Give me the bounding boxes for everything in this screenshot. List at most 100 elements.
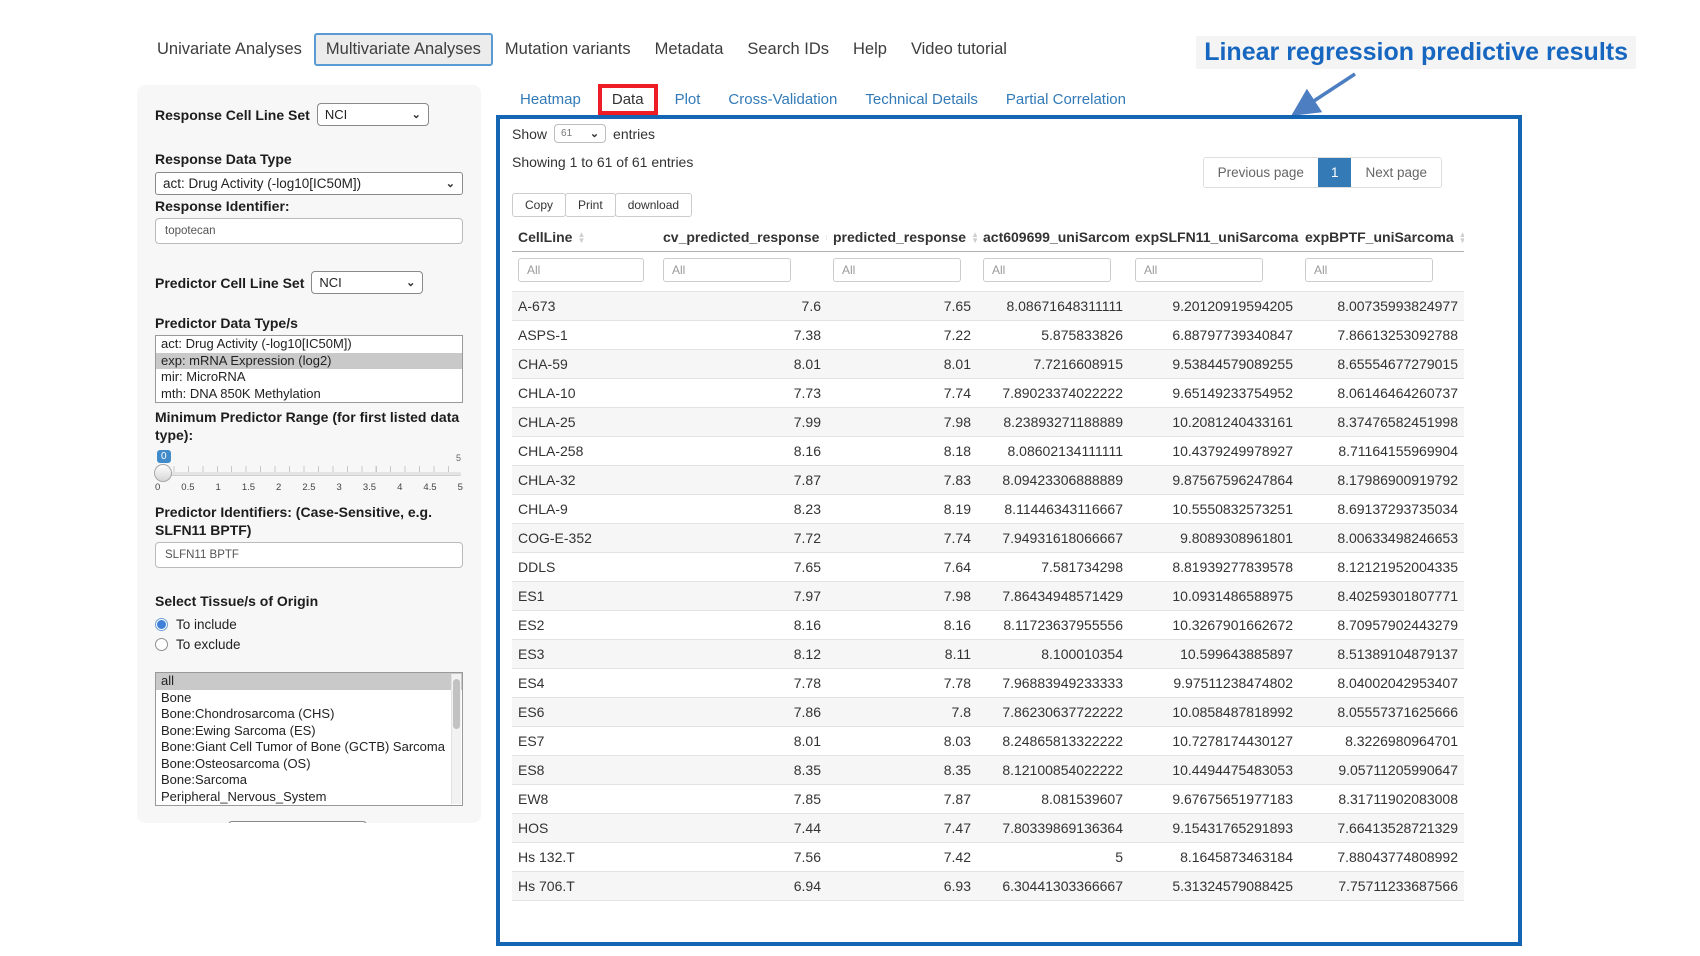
tissue-radio-group: To includeTo exclude <box>155 614 463 654</box>
slider-handle[interactable] <box>154 464 172 482</box>
show-entries-select[interactable]: 61 ⌄ <box>554 124 606 143</box>
table-filter-row <box>512 252 1464 292</box>
cell-value: 8.09423306888889 <box>977 466 1129 495</box>
column-header-expbptf-unisarcoma[interactable]: expBPTF_uniSarcoma▲▼ <box>1299 221 1464 252</box>
column-header-expslfn11-unisarcoma[interactable]: expSLFN11_uniSarcoma▲▼ <box>1129 221 1299 252</box>
tissue-radio-to-include[interactable]: To include <box>155 614 463 634</box>
table-row: ASPS-17.387.225.8758338266.8879773934084… <box>512 321 1464 350</box>
filter-input-act609699-unisarcoma[interactable] <box>983 258 1111 282</box>
cell-value: 7.89023374022222 <box>977 379 1129 408</box>
tab-cross-validation[interactable]: Cross-Validation <box>714 85 851 114</box>
filter-input-expbptf-unisarcoma[interactable] <box>1305 258 1433 282</box>
tab-partial-correlation[interactable]: Partial Correlation <box>992 85 1140 114</box>
nav-item-help[interactable]: Help <box>841 33 899 66</box>
response-data-type-select[interactable]: act: Drug Activity (-log10[IC50M]) ⌄ <box>155 172 463 195</box>
tissue-option-bone-ewing-sarcoma-es[interactable]: Bone:Ewing Sarcoma (ES) <box>156 723 462 740</box>
cell-value: 8.18 <box>827 437 977 466</box>
cell-line-name: CHLA-9 <box>512 495 657 524</box>
filter-input-cellline[interactable] <box>518 258 644 282</box>
download-button[interactable]: download <box>615 193 692 217</box>
column-header-cv-predicted-response[interactable]: cv_predicted_response▲▼ <box>657 221 827 252</box>
column-header-act609699-unisarcoma[interactable]: act609699_uniSarcoma▲▼ <box>977 221 1129 252</box>
predictor-data-type-option-exp[interactable]: exp: mRNA Expression (log2) <box>156 353 462 370</box>
previous-page-button[interactable]: Previous page <box>1204 158 1318 187</box>
next-page-button[interactable]: Next page <box>1351 158 1441 187</box>
cell-value: 7.98 <box>827 408 977 437</box>
current-page-button[interactable]: 1 <box>1318 158 1352 187</box>
predictor-data-type-option-mir[interactable]: mir: MicroRNA <box>156 369 462 386</box>
print-button[interactable]: Print <box>565 193 616 217</box>
response-identifier-input[interactable] <box>155 218 463 244</box>
cell-value: 8.35 <box>827 756 977 785</box>
slider-max-label: 5 <box>456 453 461 463</box>
column-header-cellline[interactable]: CellLine▲▼ <box>512 221 657 252</box>
nav-item-video-tutorial[interactable]: Video tutorial <box>899 33 1019 66</box>
predictor-identifiers-input[interactable] <box>155 542 463 568</box>
tissue-option-bone-giant-cell-tumor-of-bone-gctb-sarcoma[interactable]: Bone:Giant Cell Tumor of Bone (GCTB) Sar… <box>156 739 462 756</box>
chevron-down-icon: ⌄ <box>406 278 415 288</box>
cell-value: 10.4494475483053 <box>1129 756 1299 785</box>
cell-line-name: HOS <box>512 814 657 843</box>
slider-track[interactable] <box>157 472 461 476</box>
predictor-data-type-option-act[interactable]: act: Drug Activity (-log10[IC50M]) <box>156 336 462 353</box>
nav-item-univariate-analyses[interactable]: Univariate Analyses <box>145 33 314 66</box>
filter-cell <box>1299 252 1464 292</box>
response-data-type-value: act: Drug Activity (-log10[IC50M]) <box>163 176 361 191</box>
cell-value: 8.12100854022222 <box>977 756 1129 785</box>
cell-value: 7.66413528721329 <box>1299 814 1464 843</box>
cell-line-name: Hs 706.T <box>512 872 657 901</box>
nav-item-multivariate-analyses[interactable]: Multivariate Analyses <box>314 33 493 66</box>
tissue-radio-to-exclude[interactable]: To exclude <box>155 634 463 654</box>
tissue-option-all[interactable]: all <box>156 673 462 690</box>
table-row: ES38.128.118.10001035410.5996438858978.5… <box>512 640 1464 669</box>
tab-data[interactable]: Data <box>598 84 658 115</box>
cell-value: 8.12 <box>657 640 827 669</box>
cell-value: 7.44 <box>657 814 827 843</box>
cell-value: 7.86230637722222 <box>977 698 1129 727</box>
sort-icon: ▲▼ <box>971 232 977 245</box>
table-row: ES78.018.038.2486581332222210.7278174430… <box>512 727 1464 756</box>
tab-technical-details[interactable]: Technical Details <box>851 85 992 114</box>
cell-value: 10.4379249978927 <box>1129 437 1299 466</box>
min-predictor-range-slider[interactable]: 0 5 00.511.522.533.544.55 <box>157 450 461 496</box>
column-header-predicted-response[interactable]: predicted_response▲▼ <box>827 221 977 252</box>
tissue-option-bone-osteosarcoma-os[interactable]: Bone:Osteosarcoma (OS) <box>156 756 462 773</box>
algorithm-select[interactable]: Linear Regression ⌄ <box>228 821 367 823</box>
predictor-cell-line-set-select[interactable]: NCI ⌄ <box>311 271 423 294</box>
filter-input-predicted-response[interactable] <box>833 258 961 282</box>
tissue-option-bone-sarcoma[interactable]: Bone:Sarcoma <box>156 772 462 789</box>
cell-value: 8.24865813322222 <box>977 727 1129 756</box>
scrollbar-thumb[interactable] <box>453 679 460 729</box>
cell-value: 7.99 <box>657 408 827 437</box>
filter-input-expslfn11-unisarcoma[interactable] <box>1135 258 1263 282</box>
table-row: Hs 706.T6.946.936.304413033666675.313245… <box>512 872 1464 901</box>
cell-value: 8.01 <box>827 350 977 379</box>
table-row: Hs 132.T7.567.4258.16458734631847.880437… <box>512 843 1464 872</box>
nav-item-metadata[interactable]: Metadata <box>643 33 736 66</box>
tab-plot[interactable]: Plot <box>661 85 715 114</box>
filter-input-cv-predicted-response[interactable] <box>663 258 791 282</box>
predictor-data-type-option-mth[interactable]: mth: DNA 850K Methylation <box>156 386 462 403</box>
cell-value: 7.96883949233333 <box>977 669 1129 698</box>
nav-item-mutation-variants[interactable]: Mutation variants <box>493 33 643 66</box>
response-identifier-label: Response Identifier: <box>155 197 463 215</box>
slider-tick-label: 2 <box>276 482 281 493</box>
cell-value: 7.97 <box>657 582 827 611</box>
nav-item-search-ids[interactable]: Search IDs <box>735 33 841 66</box>
cell-value: 7.47 <box>827 814 977 843</box>
min-predictor-range-label: Minimum Predictor Range (for first liste… <box>155 408 463 444</box>
cell-value: 7.7216608915 <box>977 350 1129 379</box>
cell-value: 5.31324579088425 <box>1129 872 1299 901</box>
tissue-option-bone-chondrosarcoma-chs[interactable]: Bone:Chondrosarcoma (CHS) <box>156 706 462 723</box>
showing-entries-text: Showing 1 to 61 of 61 entries <box>512 154 693 170</box>
cell-line-name: ES8 <box>512 756 657 785</box>
copy-button[interactable]: Copy <box>512 193 566 217</box>
tissue-option-bone[interactable]: Bone <box>156 690 462 707</box>
cell-value: 7.87 <box>827 785 977 814</box>
response-cell-line-set-select[interactable]: NCI ⌄ <box>317 103 429 126</box>
cell-value: 7.64 <box>827 553 977 582</box>
response-cell-line-set-label: Response Cell Line Set <box>155 106 310 124</box>
tab-heatmap[interactable]: Heatmap <box>506 85 595 114</box>
tissue-option-peripheral-nervous-system[interactable]: Peripheral_Nervous_System <box>156 789 462 806</box>
scrollbar[interactable] <box>451 674 461 804</box>
